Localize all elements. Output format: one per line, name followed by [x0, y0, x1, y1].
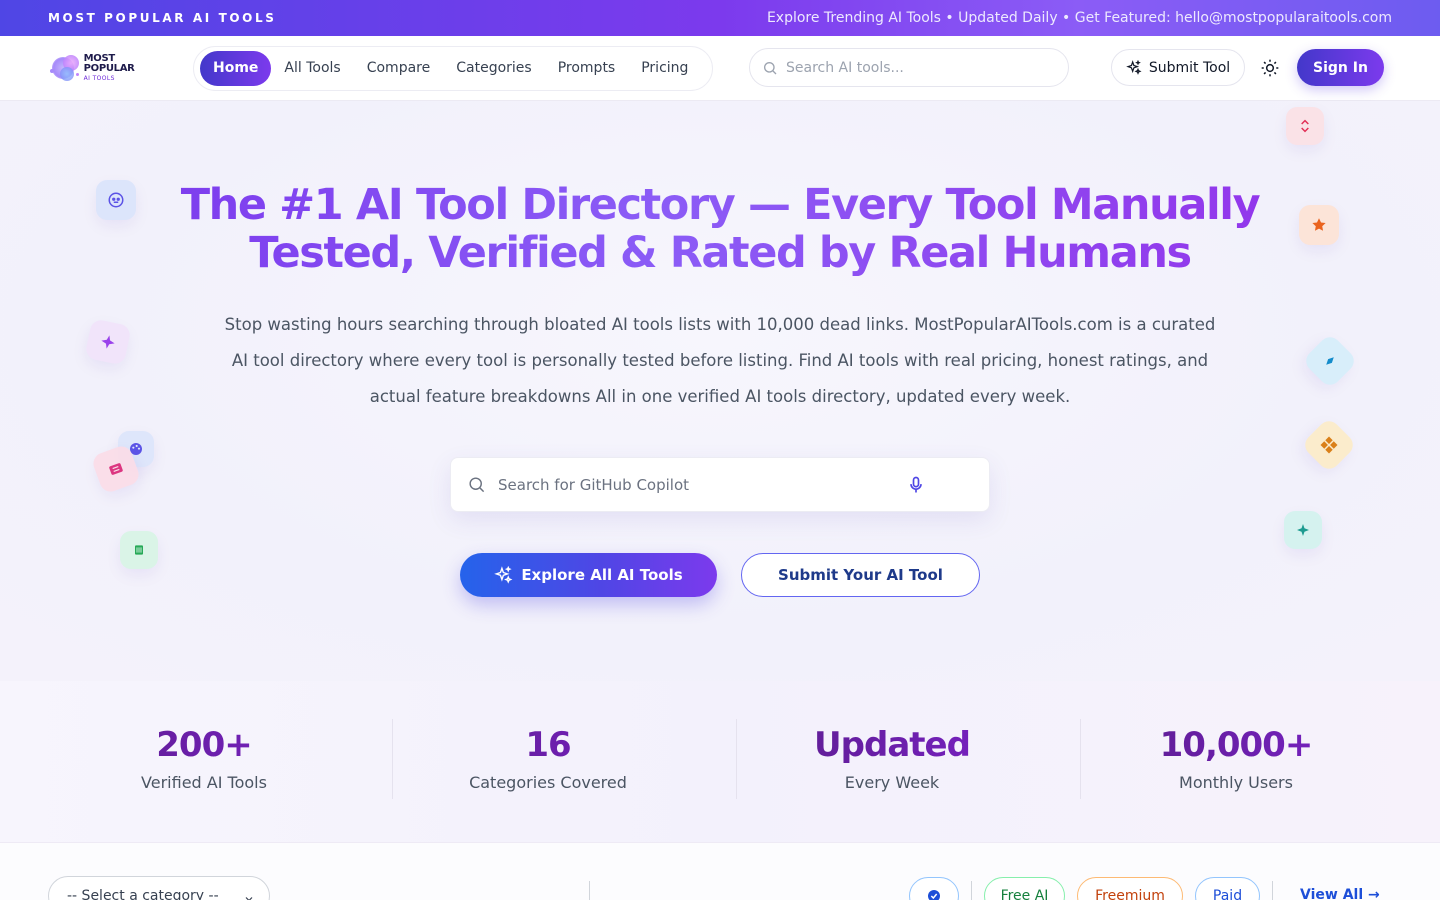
stat-label: Monthly Users — [1179, 773, 1293, 792]
stat-updated: Updated Every Week — [720, 721, 1064, 792]
filter-divider — [971, 881, 972, 900]
chip-icon — [120, 531, 158, 569]
hero-description: Stop wasting hours searching through blo… — [224, 315, 1216, 406]
nav-item-categories[interactable]: Categories — [443, 51, 544, 86]
hero-search — [450, 457, 990, 512]
stat-label: Categories Covered — [469, 773, 627, 792]
logo-brain-icon — [48, 51, 80, 85]
logo-title: MOST POPULAR — [83, 53, 135, 74]
free-ai-chip[interactable]: Free AI — [984, 877, 1065, 900]
star-burst-icon — [84, 318, 132, 366]
submit-tool-button[interactable]: Submit Tool — [1111, 49, 1245, 86]
stat-label: Verified AI Tools — [141, 773, 267, 792]
freemium-chip[interactable]: Freemium — [1077, 877, 1183, 900]
announcement-bar: MOST POPULAR AI TOOLS Explore Trending A… — [0, 0, 1440, 36]
view-all-link[interactable]: View All → — [1300, 887, 1380, 900]
microphone-icon[interactable] — [906, 475, 926, 495]
site-logo[interactable]: MOST POPULAR AI TOOLS — [48, 50, 163, 86]
announcement-brand: MOST POPULAR AI TOOLS — [48, 11, 277, 25]
hero-section: The #1 AI Tool Directory — Every Tool Ma… — [0, 101, 1440, 681]
category-select-value: -- Select a category -- — [67, 888, 219, 900]
filter-divider — [589, 881, 590, 900]
nav-item-home[interactable]: Home — [200, 51, 272, 86]
explore-all-tools-button[interactable]: Explore All AI Tools — [460, 553, 717, 597]
nav-item-compare[interactable]: Compare — [354, 51, 444, 86]
diamond-grid-icon — [1300, 416, 1358, 474]
sparkle-icon — [494, 565, 513, 584]
nav-search — [749, 48, 1069, 87]
filter-divider — [1272, 881, 1273, 900]
sun-icon — [1261, 59, 1279, 77]
check-badge-icon — [928, 890, 940, 900]
submit-ai-tool-button[interactable]: Submit Your AI Tool — [741, 553, 980, 597]
stat-label: Every Week — [844, 773, 940, 792]
verified-filter-chip[interactable] — [909, 877, 959, 900]
hero-title-line-1: The #1 AI Tool Directory — Every Tool Ma… — [180, 180, 1260, 230]
hero-search-input[interactable] — [498, 475, 898, 494]
stat-monthly-users: 10,000+ Monthly Users — [1064, 721, 1408, 792]
chevron-down-icon — [245, 897, 253, 900]
logo-subtitle: AI TOOLS — [83, 75, 115, 82]
search-icon — [469, 477, 485, 493]
category-select[interactable]: -- Select a category -- — [48, 876, 270, 900]
submit-tool-label: Submit Tool — [1148, 59, 1231, 76]
hero-title: The #1 AI Tool Directory — Every Tool Ma… — [120, 181, 1320, 277]
theme-toggle[interactable] — [1258, 56, 1282, 80]
sign-in-button[interactable]: Sign In — [1297, 49, 1384, 86]
stat-number: 16 — [376, 721, 720, 769]
stat-number: 10,000+ — [1064, 721, 1408, 769]
stats-section: 200+ Verified AI Tools 16 Categories Cov… — [0, 681, 1440, 843]
sparkle-teal-icon — [1284, 511, 1322, 549]
paid-chip[interactable]: Paid — [1195, 877, 1260, 900]
nav-item-prompts[interactable]: Prompts — [545, 51, 629, 86]
announcement-text[interactable]: Explore Trending AI Tools • Updated Dail… — [767, 10, 1392, 26]
expand-arrows-icon — [1286, 107, 1324, 145]
navbar: MOST POPULAR AI TOOLS Home All Tools Com… — [0, 36, 1440, 101]
main-nav: Home All Tools Compare Categories Prompt… — [193, 46, 713, 91]
sparkle-icon — [1126, 59, 1142, 75]
nav-item-pricing[interactable]: Pricing — [628, 51, 701, 86]
explore-all-tools-label: Explore All AI Tools — [521, 566, 683, 584]
hero-title-line-2: Tested, Verified & Rated by Real Humans — [249, 228, 1191, 278]
stat-categories: 16 Categories Covered — [376, 721, 720, 792]
stat-number: 200+ — [32, 721, 376, 769]
filter-bar: -- Select a category -- Free AI Freemium… — [0, 843, 1440, 900]
stat-number: Updated — [720, 721, 1064, 769]
stat-verified-tools: 200+ Verified AI Tools — [32, 721, 376, 792]
nav-item-all-tools[interactable]: All Tools — [271, 51, 353, 86]
nav-search-input[interactable] — [786, 59, 1046, 76]
search-icon — [764, 61, 777, 74]
pen-tool-icon — [1301, 332, 1359, 390]
